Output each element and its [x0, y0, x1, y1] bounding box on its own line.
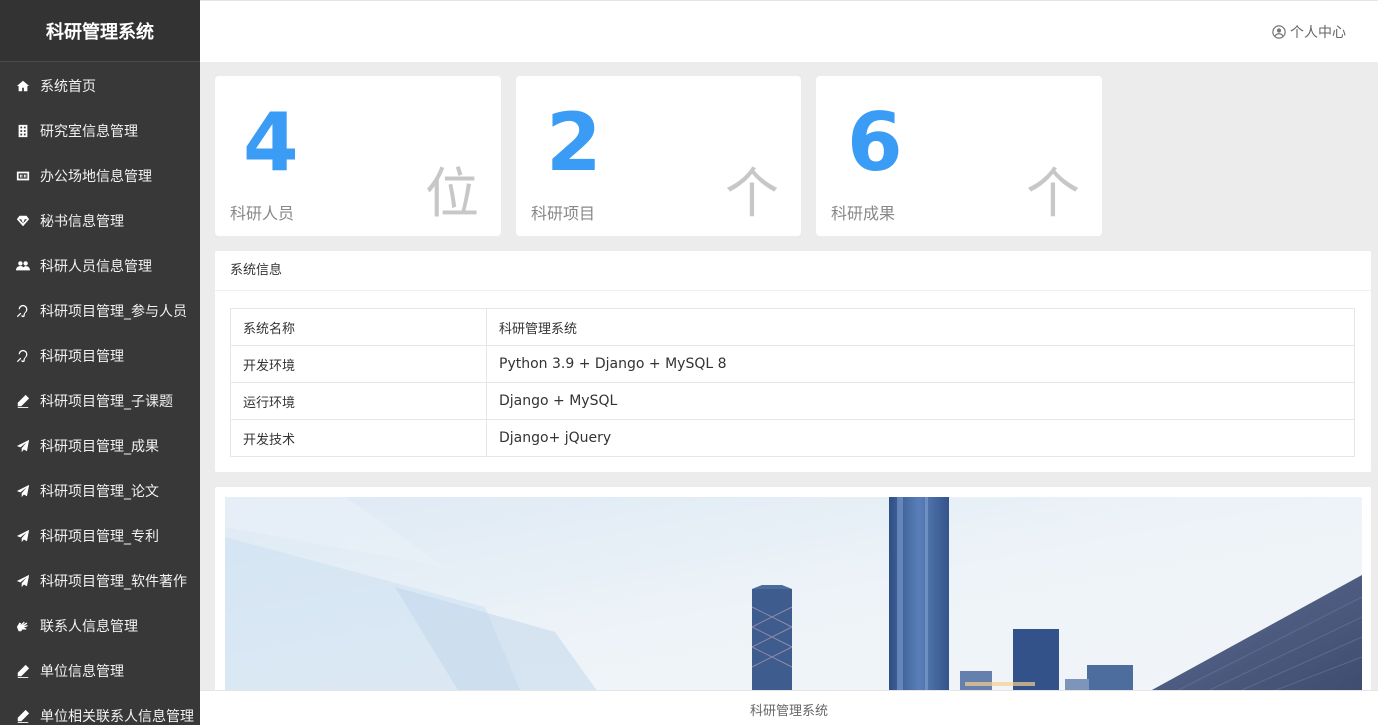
top-header: 个人中心	[200, 0, 1378, 62]
sidebar: 科研管理系统 系统首页 研究室信息管理 办公场地信息管理 秘书信息管理 科研人员…	[0, 0, 200, 725]
pencil-icon	[14, 392, 32, 410]
stat-unit: 个	[725, 162, 779, 225]
sidebar-item-label: 研究室信息管理	[40, 123, 138, 140]
sidebar-item-label: 秘书信息管理	[40, 213, 124, 230]
sidebar-item-projects[interactable]: 科研项目管理	[0, 333, 200, 378]
sidebar-item-unit-contacts[interactable]: 单位相关联系人信息管理	[0, 693, 200, 725]
sidebar-item-software-copyright[interactable]: 科研项目管理_软件著作	[0, 558, 200, 603]
sidebar-item-label: 单位信息管理	[40, 663, 124, 680]
table-cell-value: Django+ jQuery	[486, 419, 1355, 457]
sidebar-item-home[interactable]: 系统首页	[0, 63, 200, 108]
table-row: 系统名称 科研管理系统	[230, 308, 1355, 346]
sign-language-icon	[14, 617, 32, 635]
pencil-icon	[14, 662, 32, 680]
sidebar-item-label: 联系人信息管理	[40, 618, 138, 635]
table-cell-key: 运行环境	[230, 382, 487, 420]
user-center-link[interactable]: 个人中心	[1272, 22, 1346, 42]
table-cell-key: 系统名称	[230, 308, 487, 346]
sidebar-item-lab-info[interactable]: 研究室信息管理	[0, 108, 200, 153]
stat-value: 2	[546, 96, 602, 189]
sidebar-item-project-members[interactable]: 科研项目管理_参与人员	[0, 288, 200, 333]
building-icon	[14, 122, 32, 140]
hearing-icon	[14, 347, 32, 365]
app-title: 科研管理系统	[0, 0, 200, 62]
stat-label: 科研人员	[230, 204, 295, 223]
stat-card-researchers: 4 科研人员 位	[215, 76, 501, 236]
sidebar-item-secretary[interactable]: 秘书信息管理	[0, 198, 200, 243]
table-cell-key: 开发环境	[230, 345, 487, 383]
stat-unit: 个	[1026, 162, 1080, 225]
sidebar-item-label: 科研项目管理	[40, 348, 124, 365]
table-cell-key: 开发技术	[230, 419, 487, 457]
diamond-icon	[14, 212, 32, 230]
stat-label: 科研项目	[531, 204, 596, 223]
paper-plane-icon	[14, 482, 32, 500]
users-icon	[14, 257, 32, 275]
table-row: 开发技术 Django+ jQuery	[230, 419, 1355, 457]
sidebar-item-label: 科研人员信息管理	[40, 258, 152, 275]
table-cell-value: 科研管理系统	[486, 308, 1355, 346]
paper-plane-icon	[14, 437, 32, 455]
sidebar-item-papers[interactable]: 科研项目管理_论文	[0, 468, 200, 513]
panel-title: 系统信息	[215, 251, 1371, 291]
paper-plane-icon	[14, 572, 32, 590]
system-info-table: 系统名称 科研管理系统 开发环境 Python 3.9 + Django + M…	[230, 308, 1355, 457]
sidebar-item-units[interactable]: 单位信息管理	[0, 648, 200, 693]
sidebar-item-label: 科研项目管理_专利	[40, 528, 159, 545]
stat-value: 6	[847, 96, 903, 189]
sidebar-item-label: 系统首页	[40, 78, 96, 95]
system-info-panel: 系统信息 系统名称 科研管理系统 开发环境 Python 3.9 + Djang…	[215, 251, 1371, 472]
table-cell-value: Python 3.9 + Django + MySQL 8	[486, 345, 1355, 383]
user-center-label: 个人中心	[1290, 25, 1346, 41]
user-circle-icon	[1272, 25, 1286, 39]
cc-icon	[14, 167, 32, 185]
sidebar-item-label: 科研项目管理_软件著作	[40, 573, 187, 590]
table-row: 开发环境 Python 3.9 + Django + MySQL 8	[230, 345, 1355, 383]
table-row: 运行环境 Django + MySQL	[230, 382, 1355, 420]
banner-image	[225, 497, 1362, 702]
stat-card-achievements: 6 科研成果 个	[816, 76, 1102, 236]
stat-value: 4	[243, 96, 299, 189]
stat-unit: 位	[425, 162, 479, 225]
pencil-icon	[14, 707, 32, 725]
sidebar-item-label: 办公场地信息管理	[40, 168, 152, 185]
stat-label: 科研成果	[831, 204, 896, 223]
sidebar-item-label: 科研项目管理_论文	[40, 483, 159, 500]
sidebar-item-subtopics[interactable]: 科研项目管理_子课题	[0, 378, 200, 423]
sidebar-item-contacts[interactable]: 联系人信息管理	[0, 603, 200, 648]
table-cell-value: Django + MySQL	[486, 382, 1355, 420]
stat-card-projects: 2 科研项目 个	[516, 76, 801, 236]
sidebar-item-researchers[interactable]: 科研人员信息管理	[0, 243, 200, 288]
sidebar-item-label: 科研项目管理_成果	[40, 438, 159, 455]
sidebar-item-label: 科研项目管理_参与人员	[40, 303, 187, 320]
sidebar-item-label: 单位相关联系人信息管理	[40, 708, 194, 725]
home-icon	[14, 77, 32, 95]
sidebar-item-patents[interactable]: 科研项目管理_专利	[0, 513, 200, 558]
sidebar-nav: 系统首页 研究室信息管理 办公场地信息管理 秘书信息管理 科研人员信息管理 科研…	[0, 62, 200, 725]
hearing-icon	[14, 302, 32, 320]
sidebar-item-achievements[interactable]: 科研项目管理_成果	[0, 423, 200, 468]
footer-text: 科研管理系统	[749, 704, 828, 719]
sidebar-item-office-site[interactable]: 办公场地信息管理	[0, 153, 200, 198]
paper-plane-icon	[14, 527, 32, 545]
sidebar-item-label: 科研项目管理_子课题	[40, 393, 173, 410]
banner-panel	[215, 487, 1371, 702]
footer: 科研管理系统	[200, 690, 1378, 725]
